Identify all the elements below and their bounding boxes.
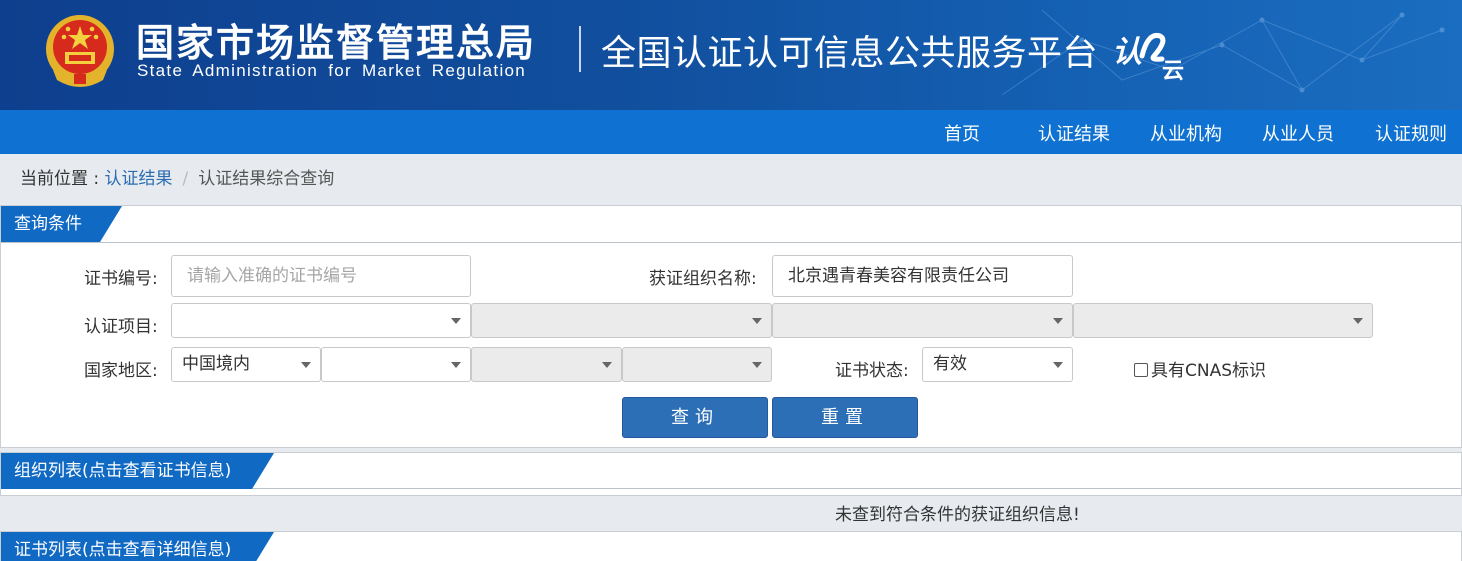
platform-title: 全国认证认可信息公共服务平台 [601, 34, 1099, 74]
breadcrumb-link-cert-results[interactable]: 认证结果 [105, 169, 173, 189]
status-select[interactable]: 有效 [922, 347, 1073, 382]
nav-item-institutions[interactable]: 从业机构 [1150, 120, 1222, 146]
cnas-checkbox-row[interactable]: 具有CNAS标识 [1134, 356, 1266, 381]
cert-list-title: 证书列表(点击查看详细信息) [1, 532, 274, 561]
project-label: 认证项目: [84, 317, 158, 337]
chevron-down-icon [451, 318, 461, 324]
search-button[interactable]: 查询 [622, 397, 768, 438]
region-select-district[interactable] [622, 347, 772, 382]
cnas-checkbox[interactable] [1134, 363, 1148, 377]
project-select-1[interactable] [171, 303, 471, 338]
site-header: 国家市场监督管理总局 State Administration for Mark… [0, 0, 1462, 110]
project-select-3[interactable] [772, 303, 1073, 338]
nav-item-cert-results[interactable]: 认证结果 [1038, 120, 1110, 146]
org-name-label: 获证组织名称: [649, 269, 757, 289]
cert-no-label: 证书编号: [84, 269, 158, 289]
org-list-header: 组织列表(点击查看证书信息) [1, 453, 1461, 489]
chevron-down-icon [1053, 362, 1063, 368]
chevron-down-icon [1353, 318, 1363, 324]
header-divider [579, 26, 581, 72]
chevron-down-icon [301, 362, 311, 368]
breadcrumb-prefix: 当前位置 : [20, 169, 105, 189]
nav-item-home[interactable]: 首页 [944, 120, 980, 146]
cert-list-panel: 证书列表(点击查看详细信息) [0, 531, 1462, 561]
chevron-down-icon [1053, 318, 1063, 324]
query-panel-header: 查询条件 [1, 206, 1461, 243]
query-panel-title: 查询条件 [1, 206, 122, 242]
org-list-panel: 组织列表(点击查看证书信息) [0, 452, 1462, 496]
cnas-checkbox-label: 具有CNAS标识 [1151, 361, 1267, 381]
status-label: 证书状态: [835, 361, 909, 381]
svg-text:认: 认 [1112, 35, 1142, 70]
main-nav: 首页 认证结果 从业机构 从业人员 认证规则 [0, 110, 1462, 154]
svg-text:云: 云 [1162, 59, 1184, 82]
region-select-country[interactable]: 中国境内 [171, 347, 321, 382]
renyun-logo: 认 云 [1112, 32, 1184, 82]
org-name-input[interactable]: 北京遇青春美容有限责任公司 [772, 255, 1073, 297]
region-select-province[interactable] [321, 347, 471, 382]
region-label: 国家地区: [84, 361, 158, 381]
project-select-2[interactable] [471, 303, 772, 338]
org-name-cn: 国家市场监督管理总局 [136, 21, 537, 65]
breadcrumb: 当前位置 : 认证结果 / 认证结果综合查询 [20, 164, 334, 189]
national-emblem-icon [46, 15, 114, 87]
org-list-title: 组织列表(点击查看证书信息) [1, 453, 274, 489]
chevron-down-icon [752, 362, 762, 368]
cert-no-input[interactable]: 请输入准确的证书编号 [171, 255, 471, 297]
cert-list-header: 证书列表(点击查看详细信息) [1, 532, 1461, 561]
breadcrumb-separator: / [182, 169, 189, 189]
region-select-city[interactable] [471, 347, 622, 382]
reset-button[interactable]: 重置 [772, 397, 918, 438]
org-list-empty-message: 未查到符合条件的获证组织信息! [835, 505, 1080, 525]
chevron-down-icon [602, 362, 612, 368]
org-name-en: State Administration for Market Regulati… [137, 61, 527, 80]
chevron-down-icon [752, 318, 762, 324]
project-select-4[interactable] [1073, 303, 1373, 338]
breadcrumb-current: 认证结果综合查询 [198, 169, 335, 189]
chevron-down-icon [451, 362, 461, 368]
nav-item-practitioners[interactable]: 从业人员 [1262, 120, 1334, 146]
nav-item-cert-rules[interactable]: 认证规则 [1375, 120, 1447, 146]
